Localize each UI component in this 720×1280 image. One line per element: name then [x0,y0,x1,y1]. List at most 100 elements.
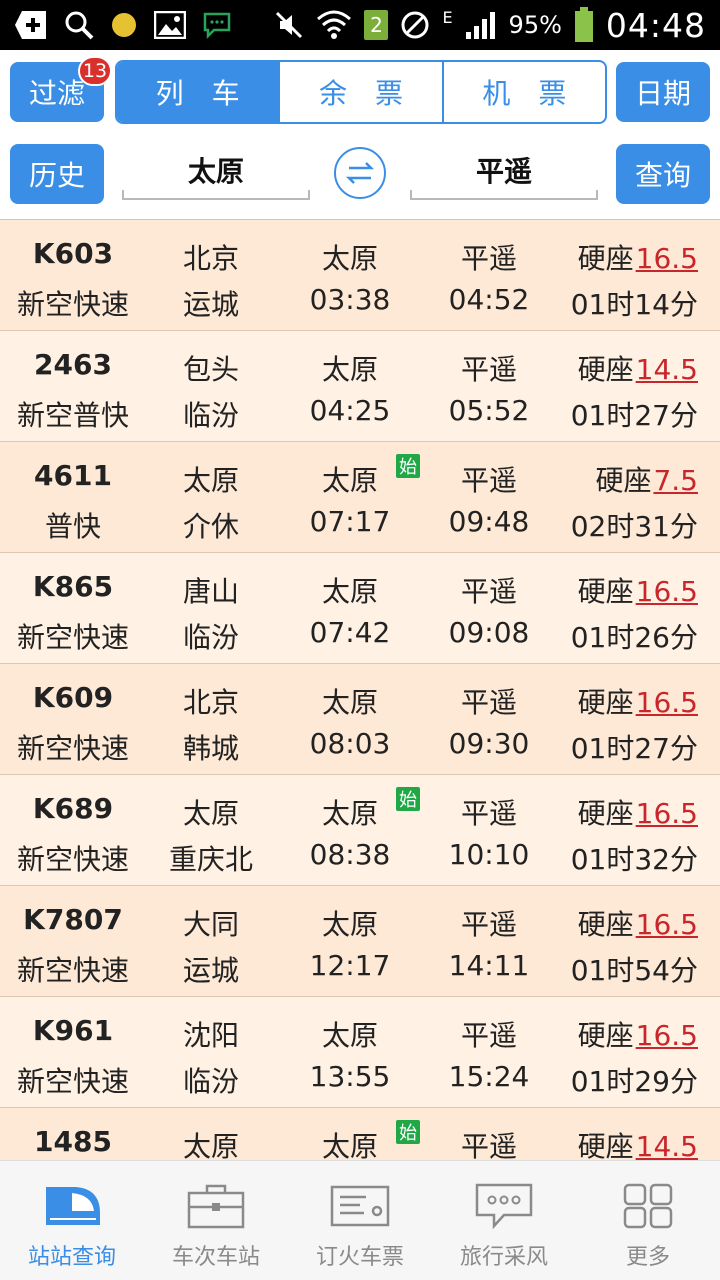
grid-icon [623,1183,673,1229]
train-row[interactable]: K865 新空快速 唐山 临汾 太原 07:42 平遥 09:08 硬座16.5 01时26分 [0,553,720,664]
depart-time: 08:03 [309,727,391,760]
price-link[interactable]: 7.5 [653,464,698,497]
train-row[interactable]: 4611 普快 太原 介休 太原 07:17 平遥 09:48 始 硬座7.5 02时31分 [0,442,720,553]
board-station: 太原 [321,575,379,608]
message-icon [203,12,231,39]
tab-remaining-tickets[interactable]: 余票 [278,62,441,122]
arrive-time: 10:10 [448,838,530,871]
price-link[interactable]: 16.5 [636,908,698,941]
swap-stations-button[interactable] [334,147,386,199]
train-icon [46,1187,100,1225]
seat-price: 硬座16.5 [578,681,698,721]
arrive-time: 09:30 [448,727,530,760]
date-button[interactable]: 日期 [616,62,710,122]
price-link[interactable]: 16.5 [636,686,698,719]
nav-label: 站站查询 [27,1245,116,1270]
query-button[interactable]: 查询 [616,144,710,204]
nav-travel[interactable]: 旅行采风 [432,1161,576,1280]
from-station-field[interactable]: 太原 [122,142,310,200]
arrive-station: 平遥 [460,908,518,941]
origin-start-badge: 始 [396,1120,420,1144]
train-list[interactable]: K603 新空快速 北京 运城 太原 03:38 平遥 04:52 硬座16.5 01时14分 24… [0,219,720,1160]
origin-station: 太原 [182,797,240,830]
mute-icon [276,11,303,39]
swap-icon [345,162,375,184]
origin-station: 北京 [182,686,240,719]
train-row[interactable]: 2463 新空普快 包头 临汾 太原 04:25 平遥 05:52 硬座14.5 01时27分 [0,331,720,442]
nav-label: 车次车站 [171,1245,260,1270]
price-link[interactable]: 14.5 [636,1130,698,1160]
nav-station-query[interactable]: 站站查询 [0,1161,144,1280]
date-label: 日期 [634,77,691,110]
board-station: 太原 [321,1130,379,1160]
filter-label: 过滤 [28,77,85,110]
nav-more[interactable]: 更多 [576,1161,720,1280]
terminal-station: 临汾 [182,621,240,654]
terminal-station: 运城 [182,954,240,987]
board-station: 太原 [321,686,379,719]
status-bar: 2 E 95% 04:48 [0,0,720,50]
arrive-station: 平遥 [460,353,518,386]
depart-time: 07:17 [309,505,391,538]
seat-price: 硬座14.5 [578,348,698,388]
seat-price: 硬座14.5 [578,1125,698,1160]
seat-price: 硬座16.5 [578,792,698,832]
add-notification-icon [15,11,46,39]
arrive-station: 平遥 [460,797,518,830]
terminal-station: 运城 [182,288,240,321]
price-link[interactable]: 16.5 [636,242,698,275]
chat-bubble-icon [475,1183,533,1230]
train-type: 新空普快 [16,399,130,432]
price-link[interactable]: 16.5 [636,575,698,608]
origin-station: 包头 [182,353,240,386]
search-icon [65,11,94,40]
to-station-field[interactable]: 平遥 [410,142,598,200]
train-row[interactable]: K609 新空快速 北京 韩城 太原 08:03 平遥 09:30 硬座16.5 01时27分 [0,664,720,775]
seat-type: 硬座 [595,464,652,497]
train-row[interactable]: K961 新空快速 沈阳 临汾 太原 13:55 平遥 15:24 硬座16.5 01时29分 [0,997,720,1108]
train-row[interactable]: K689 新空快速 太原 重庆北 太原 08:38 平遥 10:10 始 硬座16.5 01时32分 [0,775,720,886]
train-row[interactable]: K603 新空快速 北京 运城 太原 03:38 平遥 04:52 硬座16.5 01时14分 [0,220,720,331]
origin-station: 沈阳 [182,1019,240,1052]
travel-duration: 01时54分 [570,954,698,987]
arrive-station: 平遥 [460,575,518,608]
seat-type: 硬座 [577,242,634,275]
board-station: 太原 [321,464,379,497]
travel-duration: 01时27分 [570,732,698,765]
terminal-station: 介休 [182,510,240,543]
tab-trains[interactable]: 列车 [117,62,279,122]
bottom-nav: 站站查询 车次车站 订火车票 旅行采风 更多 [0,1160,720,1280]
seat-type: 硬座 [577,1019,634,1052]
price-link[interactable]: 16.5 [636,1019,698,1052]
price-link[interactable]: 16.5 [636,797,698,830]
nav-label: 更多 [625,1245,670,1270]
train-number: K603 [32,237,114,270]
to-station-value: 平遥 [475,155,532,188]
image-icon [154,11,186,39]
arrive-time: 15:24 [448,1060,530,1093]
battery-percent: 95% [508,11,562,39]
history-button[interactable]: 历史 [10,144,104,204]
circle-notification-icon [112,13,136,37]
nav-train-station[interactable]: 车次车站 [144,1161,288,1280]
seat-type: 硬座 [577,575,634,608]
train-type: 普快 [44,510,102,543]
seat-price: 硬座16.5 [578,903,698,943]
briefcase-icon [187,1184,245,1229]
nav-label: 旅行采风 [459,1245,548,1270]
train-number: K961 [32,1014,114,1047]
tab-flights[interactable]: 机票 [441,62,605,122]
terminal-station: 重庆北 [168,843,254,876]
train-row[interactable]: 1485 太原 太原 平遥 始 硬座14.5 [0,1108,720,1160]
nav-book-ticket[interactable]: 订火车票 [288,1161,432,1280]
board-station: 太原 [321,1019,379,1052]
terminal-station: 临汾 [182,399,240,432]
price-link[interactable]: 14.5 [636,353,698,386]
travel-duration: 01时27分 [570,399,698,432]
travel-duration: 01时29分 [570,1065,698,1098]
train-number: K7807 [23,903,123,936]
train-row[interactable]: K7807 新空快速 大同 运城 太原 12:17 平遥 14:11 硬座16.5 01时54分 [0,886,720,997]
origin-station: 太原 [182,1130,240,1160]
ticket-icon [330,1185,390,1227]
arrive-time: 09:08 [448,616,530,649]
